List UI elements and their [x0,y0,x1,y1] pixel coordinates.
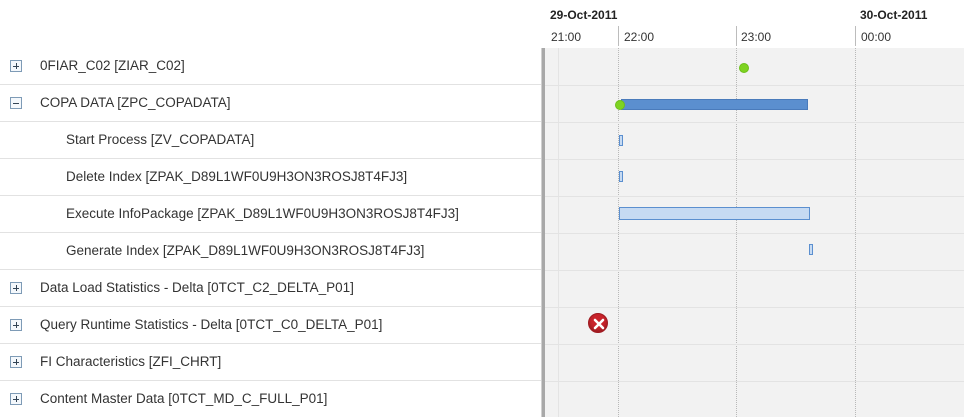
row-separator [545,270,964,271]
copa-data-summary-bar[interactable] [621,99,808,110]
tree-row-start-process[interactable]: Start Process [ZV_COPADATA] [0,122,541,159]
expand-plus-icon[interactable] [10,60,22,72]
collapse-minus-icon[interactable] [10,97,22,109]
tree-row-data-load-statistics[interactable]: Data Load Statistics - Delta [0TCT_C2_DE… [0,270,541,307]
tree-row-0fiar-c02[interactable]: 0FIAR_C02 [ZIAR_C02] [0,48,541,85]
execute-infopackage-bar[interactable] [619,207,810,220]
green-dot-icon[interactable] [739,63,749,73]
row-separator [545,196,964,197]
tree-row-label: COPA DATA [ZPC_COPADATA] [40,95,231,110]
date-label-30-oct: 30-Oct-2011 [860,8,928,22]
header-tick [736,26,737,46]
header-tick [855,26,856,46]
generate-index-bar[interactable] [809,244,813,255]
hour-label-2100: 21:00 [551,30,582,44]
green-dot-icon[interactable] [615,100,625,110]
tree-row-copa-data[interactable]: COPA DATA [ZPC_COPADATA] [0,85,541,122]
tree-row-execute-infopackage[interactable]: Execute InfoPackage [ZPAK_D89L1WF0U9H3ON… [0,196,541,233]
tree-row-delete-index[interactable]: Delete Index [ZPAK_D89L1WF0U9H3ON3ROSJ8T… [0,159,541,196]
row-separator [545,381,964,382]
row-separator [545,85,964,86]
expand-plus-icon[interactable] [10,319,22,331]
tree-row-label: Execute InfoPackage [ZPAK_D89L1WF0U9H3ON… [66,206,459,221]
hour-label-2200: 22:00 [624,30,655,44]
date-label-29-oct: 29-Oct-2011 [550,8,618,22]
row-separator [545,307,964,308]
row-separator [545,122,964,123]
tree-row-label: FI Characteristics [ZFI_CHRT] [40,354,222,369]
tree-row-label: Generate Index [ZPAK_D89L1WF0U9H3ON3ROSJ… [66,243,425,258]
tree-row-label: 0FIAR_C02 [ZIAR_C02] [40,58,185,73]
tree-row-label: Query Runtime Statistics - Delta [0TCT_C… [40,317,383,332]
timeline-header: 29-Oct-2011 30-Oct-2011 21:00 22:00 23:0… [0,0,964,48]
tree-row-label: Data Load Statistics - Delta [0TCT_C2_DE… [40,280,354,295]
tree-row-label: Content Master Data [0TCT_MD_C_FULL_P01] [40,391,328,406]
tree-row-generate-index[interactable]: Generate Index [ZPAK_D89L1WF0U9H3ON3ROSJ… [0,233,541,270]
header-tick [618,26,619,46]
hour-label-2300: 23:00 [741,30,772,44]
tree-row-label: Delete Index [ZPAK_D89L1WF0U9H3ON3ROSJ8T… [66,169,408,184]
expand-plus-icon[interactable] [10,393,22,405]
tree-row-query-runtime-statistics[interactable]: Query Runtime Statistics - Delta [0TCT_C… [0,307,541,344]
process-tree: 0FIAR_C02 [ZIAR_C02] COPA DATA [ZPC_COPA… [0,48,541,417]
row-separator [545,159,964,160]
row-separator [545,233,964,234]
tree-row-content-master-data[interactable]: Content Master Data [0TCT_MD_C_FULL_P01] [0,381,541,417]
start-process-bar[interactable] [619,135,623,146]
expand-plus-icon[interactable] [10,356,22,368]
hour-label-0000: 00:00 [861,30,892,44]
delete-index-bar[interactable] [619,171,623,182]
row-separator [545,344,964,345]
gantt-chart-area[interactable] [545,48,964,417]
tree-row-fi-characteristics[interactable]: FI Characteristics [ZFI_CHRT] [0,344,541,381]
error-x-icon[interactable] [588,313,608,333]
expand-plus-icon[interactable] [10,282,22,294]
tree-row-label: Start Process [ZV_COPADATA] [66,132,255,147]
